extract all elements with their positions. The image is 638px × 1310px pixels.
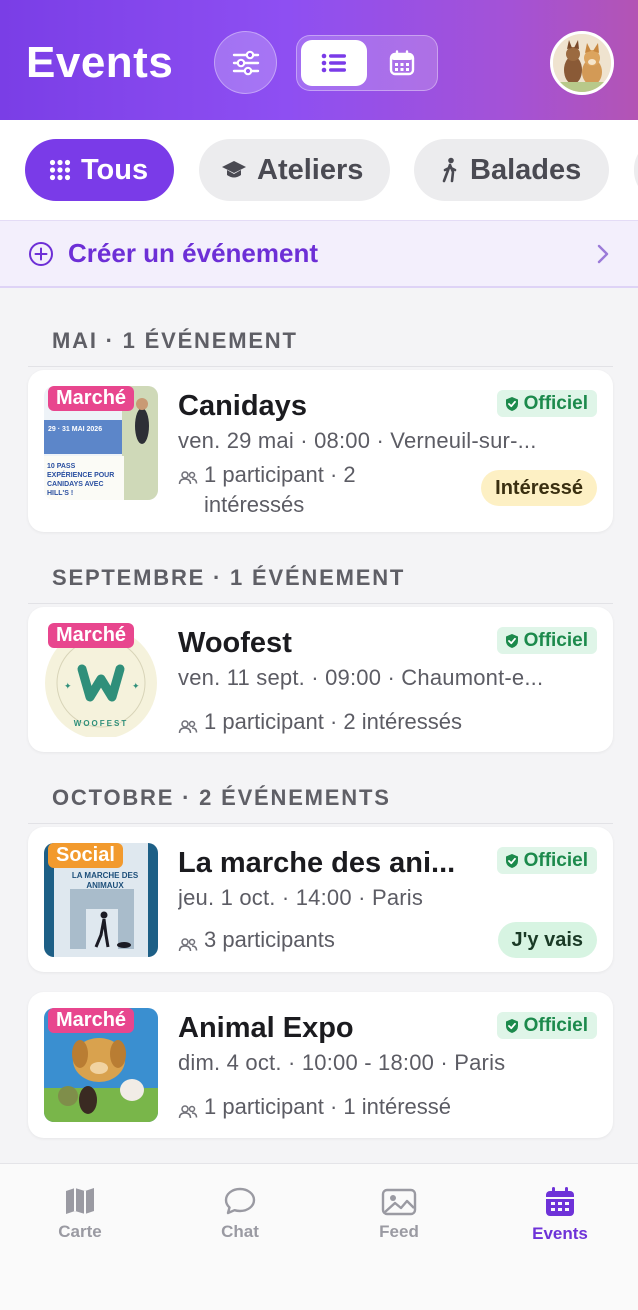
event-category-tag: Marché	[48, 386, 135, 411]
chat-bubble-icon	[224, 1187, 256, 1215]
official-badge: Officiel	[496, 390, 597, 417]
user-avatar[interactable]	[550, 31, 614, 95]
official-label: Officiel	[523, 849, 588, 871]
sliders-icon	[232, 50, 259, 75]
nav-chat[interactable]: Chat	[190, 1186, 290, 1242]
chip-balades[interactable]: Balades	[414, 139, 609, 201]
svg-text:✦: ✦	[132, 681, 140, 691]
people-icon	[178, 933, 198, 959]
event-category-tag: Marché	[48, 623, 135, 648]
list-view-button[interactable]	[301, 40, 367, 86]
create-event-row[interactable]: Créer un événement	[0, 220, 638, 288]
event-attendance: 1 participant · 1 intéressé	[178, 1094, 451, 1126]
nav-carte[interactable]: Carte	[30, 1186, 130, 1242]
bottom-navigation: Carte Chat Feed Events	[0, 1163, 638, 1310]
calendar-icon	[389, 50, 415, 76]
event-date-location: dim. 4 oct. · 10:00 - 18:00 · Paris	[178, 1050, 506, 1075]
chevron-right-icon	[596, 243, 610, 270]
create-event-label: Créer un événement	[68, 238, 318, 268]
list-icon	[321, 53, 346, 73]
chip-label: Balades	[470, 153, 582, 186]
people-icon	[178, 466, 198, 492]
section-header-octobre: OCTOBRE · 2 ÉVÉNEMENTS	[52, 785, 391, 810]
event-attendance: 3 participants	[178, 927, 335, 959]
official-badge: Officiel	[496, 1012, 597, 1039]
nav-label: Carte	[58, 1222, 102, 1241]
add-circle-icon	[28, 241, 54, 267]
nav-feed[interactable]: Feed	[349, 1186, 449, 1242]
chip-ateliers[interactable]: Ateliers	[199, 139, 390, 201]
thumb-promo: 10 PASS EXPÉRIENCE POUR CANIDAYS AVEC HI…	[47, 463, 115, 497]
official-label: Officiel	[523, 629, 588, 651]
category-filter-bar: Tous Ateliers Balades	[0, 120, 638, 220]
section-divider	[28, 366, 613, 367]
section-header-mai: MAI · 1 ÉVÉNEMENT	[52, 328, 298, 353]
people-icon	[178, 1100, 198, 1126]
shield-check-icon	[505, 853, 518, 868]
rsvp-status-badge[interactable]: J'y vais	[497, 922, 597, 958]
nav-label: Events	[532, 1224, 588, 1243]
event-date-location: ven. 29 mai · 08:00 · Verneuil-sur-...	[178, 428, 537, 453]
chip-tous[interactable]: Tous	[25, 139, 174, 201]
section-divider	[28, 823, 613, 824]
event-title: Animal Expo	[178, 1012, 354, 1044]
section-header-septembre: SEPTEMBRE · 1 ÉVÉNEMENT	[52, 565, 406, 590]
thumb-ring-text: WOOFEST	[73, 719, 129, 728]
thumb-title: LA MARCHE DES ANIMAUX	[71, 871, 139, 890]
shield-check-icon	[505, 396, 518, 411]
event-title: Canidays	[178, 390, 307, 422]
event-category-tag: Marché	[48, 1008, 135, 1033]
event-date-location: jeu. 1 oct. · 14:00 · Paris	[178, 885, 424, 910]
event-title: Woofest	[178, 627, 292, 659]
official-badge: Officiel	[496, 627, 597, 654]
event-attendance: 1 participant · 2 intéressés	[178, 460, 356, 520]
event-card-woofest[interactable]: ✦ ✦ WOOFEST Marché Woofest Officiel ven. …	[28, 607, 613, 752]
nav-label: Feed	[379, 1222, 419, 1241]
page-title: Events	[26, 38, 174, 87]
app-header: Events	[0, 0, 638, 120]
graduation-cap-icon	[221, 159, 247, 181]
event-card-marche-animaux[interactable]: LA MARCHE DES ANIMAUX Social La marche d…	[28, 827, 613, 972]
shield-check-icon	[505, 1018, 518, 1033]
walking-icon	[440, 157, 460, 183]
view-toggle	[296, 35, 438, 91]
chip-more[interactable]	[634, 139, 638, 201]
event-date-location: ven. 11 sept. · 09:00 · Chaumont-e...	[178, 665, 544, 690]
chip-label: Tous	[81, 153, 149, 186]
section-divider	[28, 603, 613, 604]
attendance-line-1: 1 participant · 2	[204, 462, 356, 487]
official-label: Officiel	[523, 392, 588, 414]
rsvp-status-badge[interactable]: Intéressé	[481, 470, 597, 506]
avatar-image	[553, 34, 611, 92]
calendar-icon	[546, 1187, 574, 1216]
attendance-text: 1 participant · 2 intéressés	[204, 709, 463, 734]
event-card-animal-expo[interactable]: Marché Animal Expo Officiel dim. 4 oct. …	[28, 992, 613, 1138]
gallery-icon	[381, 1188, 417, 1216]
event-card-canidays[interactable]: 29 · 31 MAI 2026 10 PASS EXPÉRIENCE POUR…	[28, 370, 613, 532]
official-label: Officiel	[523, 1014, 588, 1036]
map-icon	[66, 1188, 94, 1214]
attendance-line-2: intéressés	[204, 492, 305, 517]
filter-button[interactable]	[214, 31, 277, 94]
attendance-text: 1 participant · 1 intéressé	[204, 1094, 452, 1119]
shield-check-icon	[505, 633, 518, 648]
nav-events[interactable]: Events	[510, 1186, 610, 1244]
official-badge: Officiel	[496, 847, 597, 874]
event-title: La marche des ani...	[178, 847, 456, 879]
event-category-tag: Social	[48, 843, 123, 868]
attendance-text: 3 participants	[204, 927, 335, 952]
svg-text:✦: ✦	[64, 681, 72, 691]
grid-icon	[49, 159, 71, 181]
chip-label: Ateliers	[257, 153, 364, 186]
nav-label: Chat	[221, 1222, 259, 1241]
thumb-dates: 29 · 31 MAI 2026	[48, 426, 103, 433]
people-icon	[178, 715, 198, 741]
calendar-view-button[interactable]	[369, 40, 435, 86]
event-attendance: 1 participant · 2 intéressés	[178, 709, 462, 741]
